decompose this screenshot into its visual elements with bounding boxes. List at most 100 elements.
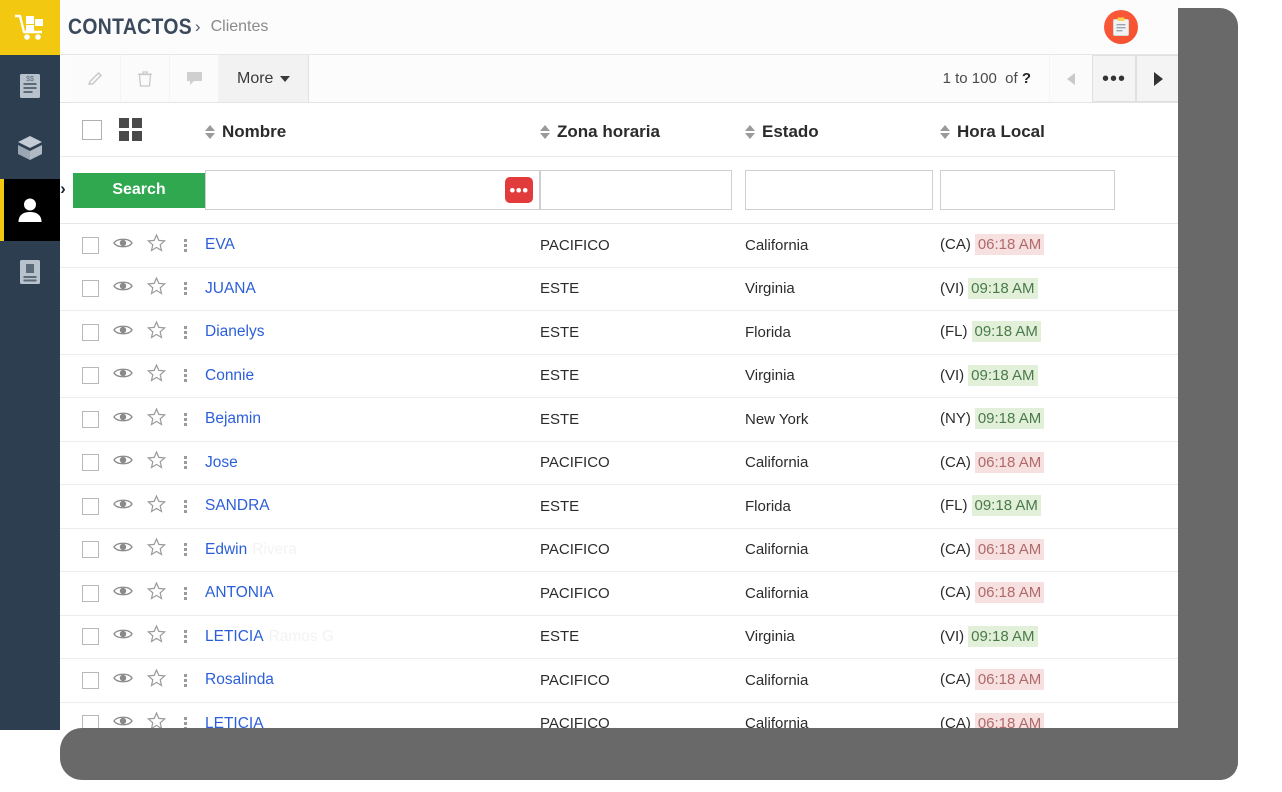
notes-button[interactable]: [1104, 10, 1138, 44]
row-menu-button[interactable]: [180, 369, 191, 383]
table-row[interactable]: ANTONIA PACIFICO California (CA) 06:18 AM: [60, 572, 1180, 616]
table-row[interactable]: LETICIA PACIFICO California (CA) 06:18 AM: [60, 703, 1180, 730]
sort-arrows-icon: [205, 124, 215, 139]
grid-view-icon[interactable]: [119, 118, 142, 141]
table-row[interactable]: LETICIA Ramos G ESTE Virginia (VI) 09:18 AM: [60, 616, 1180, 659]
row-preview-button[interactable]: [113, 671, 133, 690]
table-row[interactable]: Dianelys ESTE Florida (FL) 09:18 AM: [60, 311, 1180, 355]
table-row[interactable]: Edwin Rivera PACIFICO California (CA) 06:18 A…: [60, 529, 1180, 572]
sidebar-item-products[interactable]: [0, 117, 60, 179]
row-checkbox[interactable]: [82, 454, 99, 472]
sidebar-item-invoices[interactable]: $$: [0, 55, 60, 117]
more-dropdown[interactable]: More: [219, 55, 310, 102]
nombre-filter-options-button[interactable]: •••: [505, 177, 533, 203]
row-menu-button[interactable]: [180, 499, 191, 513]
sidebar-expand-toggle[interactable]: ›: [56, 178, 70, 200]
table-row[interactable]: Connie ESTE Virginia (VI) 09:18 AM: [60, 355, 1180, 398]
search-input-nombre[interactable]: [205, 170, 540, 210]
header-cell-hora-local[interactable]: Hora Local: [940, 118, 1180, 142]
search-input-zona-horaria[interactable]: [540, 170, 732, 210]
row-preview-button[interactable]: [113, 497, 133, 516]
row-favorite-button[interactable]: [146, 537, 167, 561]
row-favorite-button[interactable]: [146, 363, 167, 387]
row-preview-button[interactable]: [113, 410, 133, 429]
row-preview-button[interactable]: [113, 279, 133, 298]
row-menu-button[interactable]: [180, 586, 191, 600]
table-row[interactable]: SANDRA ESTE Florida (FL) 09:18 AM: [60, 485, 1180, 529]
pagination-prev-button[interactable]: [1049, 55, 1092, 102]
row-checkbox[interactable]: [82, 410, 99, 428]
row-checkbox[interactable]: [82, 367, 99, 385]
contact-name-link[interactable]: Dianelys: [205, 323, 264, 340]
breadcrumb-main[interactable]: CONTACTOS: [68, 14, 192, 40]
contact-name-link[interactable]: Jose: [205, 454, 238, 471]
contact-name-link[interactable]: Bejamin: [205, 410, 261, 427]
contact-name-link[interactable]: ANTONIA: [205, 584, 274, 601]
pagination-page-picker-button[interactable]: •••: [1092, 55, 1136, 102]
row-preview-button[interactable]: [113, 453, 133, 472]
header-cell-nombre[interactable]: Nombre: [205, 118, 540, 142]
contact-name-link[interactable]: Edwin: [205, 541, 247, 558]
select-all-checkbox[interactable]: [82, 119, 102, 140]
row-checkbox[interactable]: [82, 323, 99, 341]
search-input-estado[interactable]: [745, 170, 933, 210]
row-checkbox[interactable]: [82, 584, 99, 602]
table-row[interactable]: EVA PACIFICO California (CA) 06:18 AM: [60, 224, 1180, 268]
contact-name-link[interactable]: Connie: [205, 367, 254, 384]
row-checkbox[interactable]: [82, 671, 99, 689]
row-menu-button[interactable]: [180, 630, 191, 644]
row-preview-button[interactable]: [113, 236, 133, 255]
search-input-hora-local[interactable]: [940, 170, 1115, 210]
search-button[interactable]: Search: [73, 172, 205, 208]
table-row[interactable]: JUANA ESTE Virginia (VI) 09:18 AM: [60, 268, 1180, 311]
row-checkbox[interactable]: [82, 628, 99, 646]
eye-icon: [113, 281, 133, 291]
row-menu-button[interactable]: [180, 412, 191, 426]
row-preview-button[interactable]: [113, 540, 133, 559]
sidebar-item-contacts[interactable]: [0, 179, 60, 241]
app-logo[interactable]: [0, 0, 60, 55]
row-menu-button[interactable]: [180, 456, 191, 470]
row-favorite-button[interactable]: [146, 581, 167, 605]
header-cell-estado[interactable]: Estado: [745, 118, 940, 142]
row-menu-button[interactable]: [180, 282, 191, 296]
sidebar-item-reports[interactable]: [0, 241, 60, 303]
row-checkbox[interactable]: [82, 236, 99, 254]
row-favorite-button[interactable]: [146, 624, 167, 648]
row-favorite-button[interactable]: [146, 233, 167, 257]
cell-nombre: Rosalinda: [205, 671, 540, 689]
delete-button[interactable]: [121, 55, 170, 102]
row-preview-button[interactable]: [113, 323, 133, 342]
row-preview-button[interactable]: [113, 627, 133, 646]
row-favorite-button[interactable]: [146, 320, 167, 344]
contact-name-link[interactable]: SANDRA: [205, 497, 270, 514]
comment-button[interactable]: [170, 55, 219, 102]
header-label-zona-horaria: Zona horaria: [557, 121, 660, 141]
row-preview-button[interactable]: [113, 584, 133, 603]
header-cell-zona-horaria[interactable]: Zona horaria: [540, 118, 745, 142]
row-menu-button[interactable]: [180, 673, 191, 687]
row-preview-button[interactable]: [113, 366, 133, 385]
row-menu-button[interactable]: [180, 543, 191, 557]
row-favorite-button[interactable]: [146, 668, 167, 692]
cell-zona-horaria: PACIFICO: [540, 584, 610, 602]
row-checkbox[interactable]: [82, 280, 99, 298]
table-row[interactable]: Jose PACIFICO California (CA) 06:18 AM: [60, 442, 1180, 485]
app-window: $$ › CONTACTOS › Clientes More 1 to 100 …: [0, 0, 1180, 730]
contact-name-link[interactable]: EVA: [205, 236, 235, 253]
row-favorite-button[interactable]: [146, 407, 167, 431]
row-menu-button[interactable]: [180, 325, 191, 339]
row-checkbox[interactable]: [82, 541, 99, 559]
contact-name-link[interactable]: JUANA: [205, 280, 256, 297]
edit-button[interactable]: [72, 55, 121, 102]
contact-name-link[interactable]: LETICIA: [205, 628, 264, 645]
table-row[interactable]: Rosalinda PACIFICO California (CA) 06:18 AM: [60, 659, 1180, 703]
row-favorite-button[interactable]: [146, 276, 167, 300]
pagination-next-button[interactable]: [1136, 55, 1180, 102]
row-favorite-button[interactable]: [146, 450, 167, 474]
row-checkbox[interactable]: [82, 497, 99, 515]
table-row[interactable]: Bejamin ESTE New York (NY) 09:18 AM: [60, 398, 1180, 442]
row-favorite-button[interactable]: [146, 494, 167, 518]
contact-name-link[interactable]: Rosalinda: [205, 671, 274, 688]
row-menu-button[interactable]: [180, 238, 191, 252]
